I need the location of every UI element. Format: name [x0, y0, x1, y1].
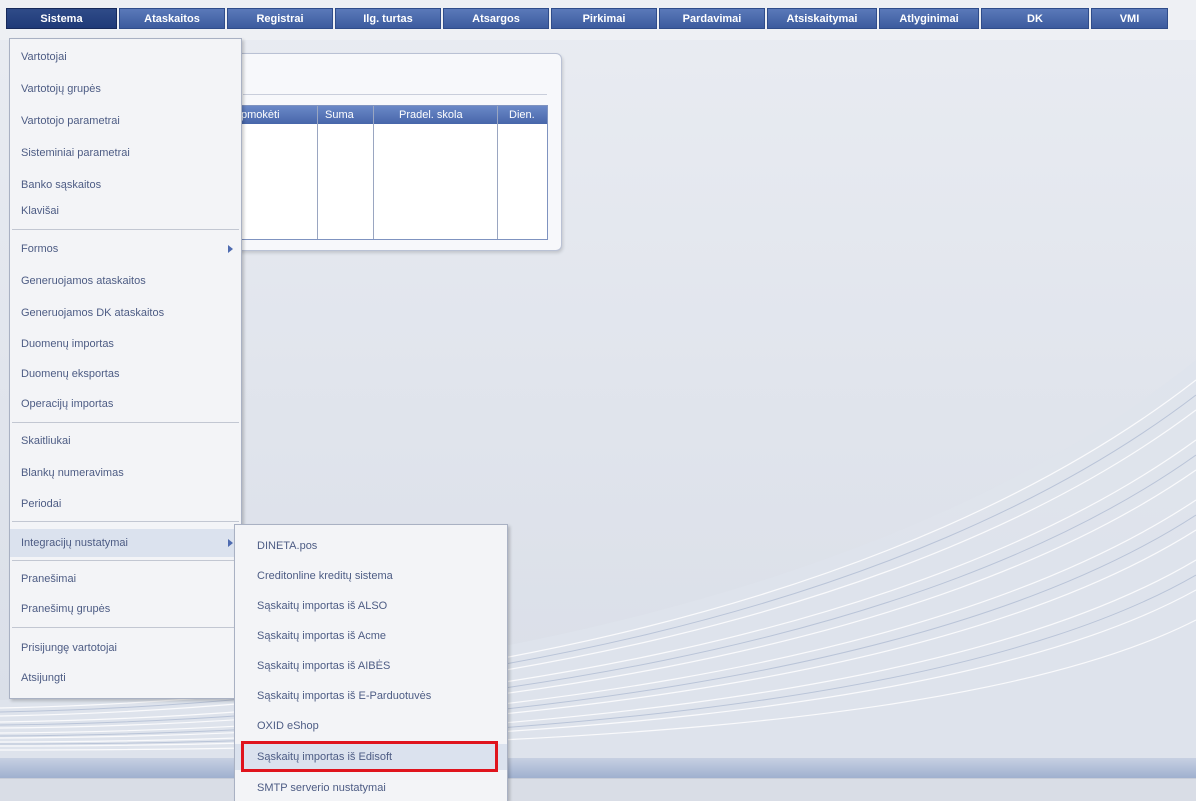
menu-item-pranesimai[interactable]: Pranešimai — [10, 566, 241, 592]
menu-item-vartotojai[interactable]: Vartotojai — [10, 44, 241, 70]
grid-column-line — [497, 106, 498, 239]
menu-item-prisijunge-vartotojai[interactable]: Prisijungę vartotojai — [10, 635, 241, 661]
menu-pirkimai[interactable]: Pirkimai — [551, 8, 657, 29]
data-grid: pmokėti Suma Pradel. skola Dien. — [229, 105, 548, 240]
submenu-item-import-aibes[interactable]: Sąskaitų importas iš AIBĖS — [235, 653, 507, 679]
menu-separator — [12, 521, 239, 522]
menu-atsargos[interactable]: Atsargos — [443, 8, 549, 29]
menu-item-atsijungti[interactable]: Atsijungti — [10, 665, 241, 691]
sistema-dropdown-menu: Vartotojai Vartotojų grupės Vartotojo pa… — [9, 38, 242, 699]
menu-separator — [12, 422, 239, 423]
window-divider — [243, 94, 547, 95]
submenu-item-dineta-pos[interactable]: DINETA.pos — [235, 533, 507, 559]
column-header-pmoketi[interactable]: pmokėti — [241, 109, 280, 121]
integrations-submenu: DINETA.pos Creditonline kreditų sistema … — [234, 524, 508, 801]
menu-item-sisteminiai-parametrai[interactable]: Sisteminiai parametrai — [10, 140, 241, 166]
menu-item-blanku-numeravimas[interactable]: Blankų numeravimas — [10, 460, 241, 486]
menu-item-skaitliukai[interactable]: Skaitliukai — [10, 428, 241, 454]
menu-item-label: Formos — [21, 243, 59, 255]
column-header-dien[interactable]: Dien. — [509, 109, 535, 121]
menu-separator — [12, 229, 239, 230]
menu-dk[interactable]: DK — [981, 8, 1089, 29]
submenu-item-smtp-settings[interactable]: SMTP serverio nustatymai — [235, 775, 507, 801]
menu-item-label: Integracijų nustatymai — [21, 537, 128, 549]
menu-separator — [12, 627, 239, 628]
menu-item-klavisai[interactable]: Klavišai — [10, 198, 241, 224]
menu-item-periodai[interactable]: Periodai — [10, 491, 241, 517]
submenu-item-creditonline[interactable]: Creditonline kreditų sistema — [235, 563, 507, 589]
menu-item-pranesimu-grupes[interactable]: Pranešimų grupės — [10, 596, 241, 622]
menu-vmi[interactable]: VMI — [1091, 8, 1168, 29]
menu-atlyginimai[interactable]: Atlyginimai — [879, 8, 979, 29]
column-header-pradel-skola[interactable]: Pradel. skola — [399, 109, 463, 121]
grid-column-line — [373, 106, 374, 239]
menu-item-duomenu-importas[interactable]: Duomenų importas — [10, 331, 241, 357]
menu-item-integraciju-nustatymai[interactable]: Integracijų nustatymai — [10, 529, 241, 557]
menu-item-generuojamos-dk-ataskaitos[interactable]: Generuojamos DK ataskaitos — [10, 300, 241, 326]
menu-separator — [12, 560, 239, 561]
submenu-item-import-eparduotuves[interactable]: Sąskaitų importas iš E-Parduotuvės — [235, 683, 507, 709]
menu-item-operaciju-importas[interactable]: Operacijų importas — [10, 391, 241, 417]
background-window: pmokėti Suma Pradel. skola Dien. — [228, 53, 562, 251]
menu-item-formos[interactable]: Formos — [10, 236, 241, 262]
menu-item-duomenu-eksportas[interactable]: Duomenų eksportas — [10, 361, 241, 387]
top-menu-bar: Sistema Ataskaitos Registrai Ilg. turtas… — [0, 0, 1196, 40]
submenu-item-import-edisoft[interactable]: Sąskaitų importas iš Edisoft — [235, 744, 507, 770]
menu-item-banko-saskaitos[interactable]: Banko sąskaitos — [10, 172, 241, 198]
menu-sistema[interactable]: Sistema — [6, 8, 117, 29]
menu-item-vartotoju-grupes[interactable]: Vartotojų grupės — [10, 76, 241, 102]
submenu-arrow-icon — [228, 539, 233, 547]
menu-atsiskaitymai[interactable]: Atsiskaitymai — [767, 8, 877, 29]
status-bar — [0, 778, 1196, 801]
menu-registrai[interactable]: Registrai — [227, 8, 333, 29]
submenu-item-import-acme[interactable]: Sąskaitų importas iš Acme — [235, 623, 507, 649]
submenu-item-import-also[interactable]: Sąskaitų importas iš ALSO — [235, 593, 507, 619]
menu-ilg-turtas[interactable]: Ilg. turtas — [335, 8, 441, 29]
column-header-suma[interactable]: Suma — [325, 109, 354, 121]
menu-item-vartotojo-parametrai[interactable]: Vartotojo parametrai — [10, 108, 241, 134]
grid-column-line — [317, 106, 318, 239]
grid-header: pmokėti Suma Pradel. skola Dien. — [229, 106, 547, 124]
menu-ataskaitos[interactable]: Ataskaitos — [119, 8, 225, 29]
submenu-item-oxid-eshop[interactable]: OXID eShop — [235, 713, 507, 739]
submenu-arrow-icon — [228, 245, 233, 253]
menu-pardavimai[interactable]: Pardavimai — [659, 8, 765, 29]
menu-item-generuojamos-ataskaitos[interactable]: Generuojamos ataskaitos — [10, 268, 241, 294]
